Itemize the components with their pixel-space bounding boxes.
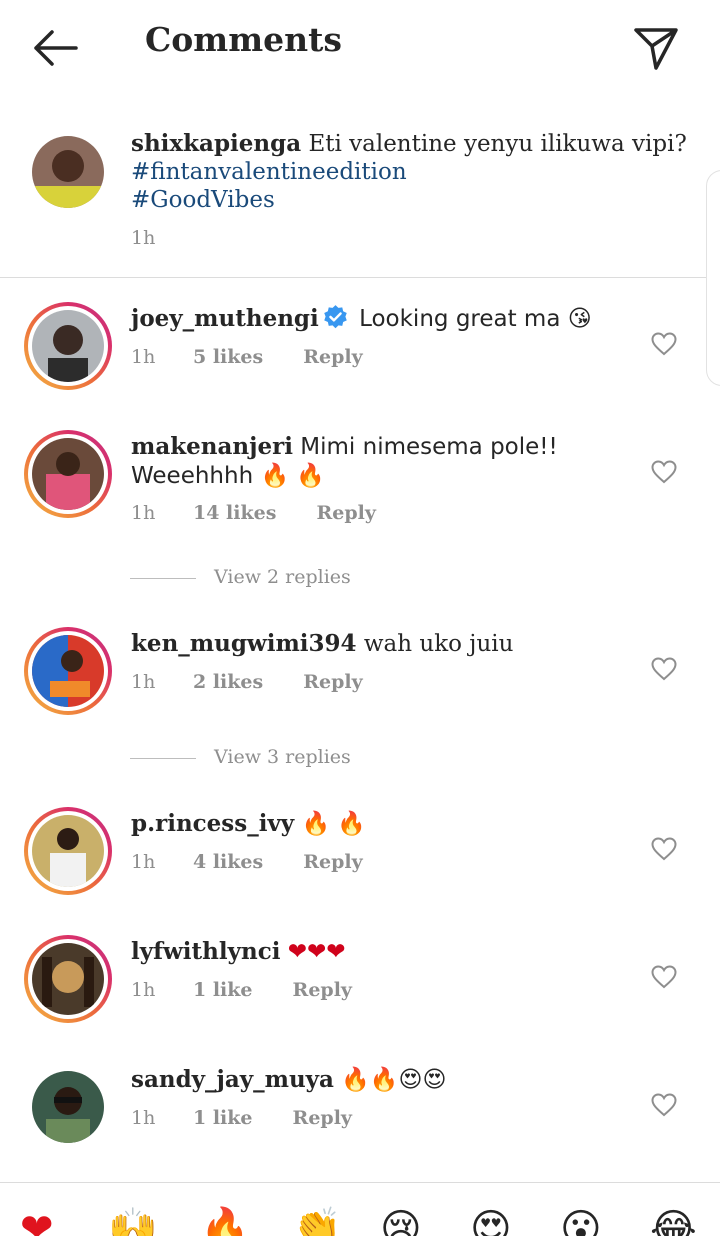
view-replies-link[interactable]: View 2 replies: [130, 566, 351, 588]
caption-text: Eti valentine yenyu ilikuwa vipi?: [308, 131, 687, 157]
like-heart-icon[interactable]: [651, 1093, 677, 1117]
emoji-crying-button[interactable]: 😢: [380, 1205, 422, 1236]
likes-count[interactable]: 1 like: [193, 979, 253, 1001]
comment-username[interactable]: makenanjeri: [131, 433, 293, 460]
emoji-fire-button[interactable]: 🔥: [200, 1205, 250, 1236]
comment-text: 🔥 🔥: [301, 811, 367, 837]
comment-text: wah uko juiu: [363, 631, 514, 657]
avatar[interactable]: [24, 935, 112, 1023]
reply-button[interactable]: Reply: [303, 671, 362, 693]
emoji-raised-hands-button[interactable]: 🙌: [108, 1205, 158, 1236]
comment-time: 1h: [131, 671, 156, 693]
emoji-heart-button[interactable]: ❤: [20, 1205, 54, 1236]
reply-button[interactable]: Reply: [316, 502, 375, 524]
like-heart-icon[interactable]: [651, 460, 677, 484]
comment-time: 1h: [131, 851, 156, 873]
likes-count[interactable]: 4 likes: [193, 851, 263, 873]
avatar[interactable]: [24, 627, 112, 715]
top-bar: Comments: [0, 0, 720, 92]
like-heart-icon[interactable]: [651, 965, 677, 989]
comment-time: 1h: [131, 1107, 156, 1129]
share-send-icon[interactable]: [632, 24, 680, 72]
caption-username[interactable]: shixkapienga: [131, 130, 301, 157]
emoji-reaction-bar: ❤ 🙌 🔥 👏 😢 😍 😮 😂: [0, 1182, 720, 1236]
view-replies-label: View 3 replies: [214, 746, 351, 768]
reply-button[interactable]: Reply: [303, 346, 362, 368]
emoji-heart-eyes-button[interactable]: 😍: [470, 1205, 512, 1236]
likes-count[interactable]: 5 likes: [193, 346, 263, 368]
comment-username[interactable]: lyfwithlynci: [131, 938, 280, 965]
likes-count[interactable]: 2 likes: [193, 671, 263, 693]
comment-username[interactable]: sandy_jay_muya: [131, 1066, 334, 1093]
likes-count[interactable]: 1 like: [193, 1107, 253, 1129]
comment-time: 1h: [131, 346, 156, 368]
comment-time: 1h: [131, 502, 156, 524]
back-arrow-icon[interactable]: [30, 26, 80, 70]
reply-button[interactable]: Reply: [303, 851, 362, 873]
post-caption: shixkapienga Eti valentine yenyu ilikuwa…: [0, 112, 720, 278]
avatar[interactable]: [24, 807, 112, 895]
avatar[interactable]: [24, 302, 112, 390]
side-panel-handle[interactable]: [706, 170, 720, 386]
emoji-surprised-button[interactable]: 😮: [560, 1205, 602, 1236]
avatar[interactable]: [32, 1071, 104, 1143]
like-heart-icon[interactable]: [651, 657, 677, 681]
comment-time: 1h: [131, 979, 156, 1001]
emoji-clap-button[interactable]: 👏: [292, 1205, 342, 1236]
hashtag[interactable]: #GoodVibes: [131, 186, 691, 214]
like-heart-icon[interactable]: [651, 837, 677, 861]
likes-count[interactable]: 14 likes: [193, 502, 276, 524]
comment-username[interactable]: ken_mugwimi394: [131, 630, 357, 657]
like-heart-icon[interactable]: [651, 332, 677, 356]
hashtag[interactable]: #fintanvalentineedition: [131, 158, 691, 186]
view-replies-label: View 2 replies: [214, 566, 351, 588]
verified-badge-icon: [324, 305, 347, 329]
avatar[interactable]: [32, 136, 104, 208]
comment-username[interactable]: p.rincess_ivy: [131, 810, 294, 837]
comment-username[interactable]: joey_muthengi: [131, 305, 319, 332]
emoji-laughing-button[interactable]: 😂: [650, 1205, 697, 1236]
view-replies-link[interactable]: View 3 replies: [130, 746, 351, 768]
page-title: Comments: [145, 20, 342, 59]
comment-text: 🔥🔥😍😍: [341, 1067, 447, 1093]
avatar[interactable]: [24, 430, 112, 518]
reply-button[interactable]: Reply: [293, 979, 352, 1001]
comment-text: ❤❤❤: [287, 939, 346, 965]
reply-button[interactable]: Reply: [293, 1107, 352, 1129]
comment-text: Looking great ma 😘: [359, 306, 592, 332]
caption-time: 1h: [131, 227, 156, 249]
